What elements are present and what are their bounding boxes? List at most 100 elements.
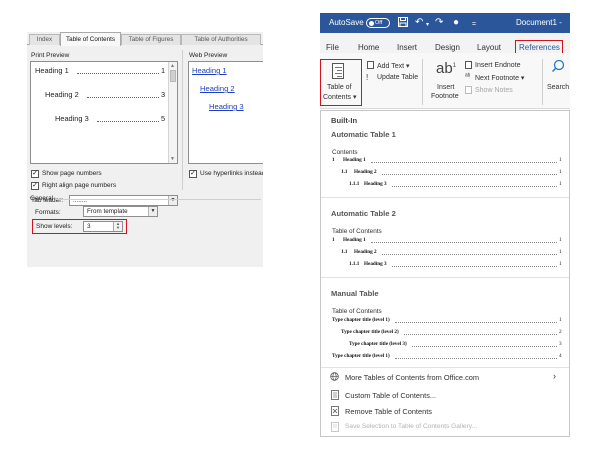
chevron-down-icon[interactable]: ▾	[426, 20, 429, 31]
more-tables-from-office-item[interactable]: More Tables of Contents from Office.com	[345, 373, 479, 382]
tab-table-of-authorities[interactable]: Table of Authorities	[181, 34, 261, 45]
scroll-down-icon[interactable]: ▼	[170, 156, 175, 162]
preview-leader-2	[87, 97, 159, 98]
update-table-button[interactable]: Update Table	[377, 74, 418, 81]
leader-dots	[392, 186, 557, 187]
auto1-row3-text: Heading 3	[364, 181, 387, 187]
tab-home[interactable]: Home	[358, 43, 379, 52]
preview-page-2: 3	[161, 90, 166, 99]
scroll-up-icon[interactable]: ▲	[170, 63, 175, 69]
preview-page-3: 5	[161, 114, 166, 123]
print-preview-scrollbar[interactable]: ▲ ▼	[168, 62, 177, 163]
preview-divider	[182, 50, 183, 190]
auto2-row3-num: 1.1.1	[349, 261, 360, 267]
word-window: AutoSave Off ↶ ▾ ↷ ● = Document1 - File …	[320, 13, 570, 453]
formats-label: Formats:	[35, 209, 61, 216]
record-icon[interactable]: ●	[453, 17, 459, 28]
web-preview-heading-3: Heading 3	[209, 102, 244, 111]
manual-row4-page: 4	[559, 353, 562, 359]
right-align-label: Right align page numbers	[42, 182, 117, 189]
show-page-numbers-checkbox[interactable]: ✓	[31, 170, 39, 178]
show-levels-input[interactable]: 3 ▲ ▼	[83, 221, 123, 232]
next-footnote-button[interactable]: Next Footnote ▾	[475, 74, 524, 82]
add-text-icon	[367, 61, 374, 69]
add-text-button[interactable]: Add Text ▾	[377, 62, 410, 70]
leader-dots	[371, 162, 557, 163]
manual-row3-text: Type chapter title (level 3)	[349, 341, 407, 347]
gallery-separator	[321, 367, 569, 368]
save-icon[interactable]	[398, 17, 408, 30]
search-icon	[551, 59, 565, 75]
undo-icon[interactable]: ↶	[415, 17, 423, 28]
tab-table-of-figures[interactable]: Table of Figures	[121, 34, 181, 45]
save-selection-icon	[330, 422, 339, 432]
tab-file[interactable]: File	[326, 43, 339, 52]
manual-row2-text: Type chapter title (level 2)	[341, 329, 399, 335]
auto2-row3-page: 1	[559, 261, 562, 267]
spinner-arrows-icon[interactable]: ▲ ▼	[113, 222, 122, 231]
print-preview-box: Heading 1 1 Heading 2 3 Heading 3 5 ▲ ▼	[30, 61, 178, 164]
table-of-contents-button[interactable]	[320, 59, 362, 106]
save-selection-item[interactable]: Save Selection to Table of Contents Gall…	[345, 423, 477, 430]
search-button[interactable]: Search	[547, 84, 569, 91]
custom-toc-item[interactable]: Custom Table of Contents...	[345, 391, 436, 400]
tab-design[interactable]: Design	[435, 43, 460, 52]
auto1-row3-page: 1	[559, 181, 562, 187]
scroll-thumb[interactable]	[170, 70, 176, 82]
manual-row1-text: Type chapter title (level 1)	[332, 317, 390, 323]
auto2-row2-text: Heading 2	[354, 249, 377, 255]
update-table-icon: !	[366, 73, 369, 82]
autosave-label: AutoSave	[329, 18, 364, 27]
auto2-row2-page: 1	[559, 249, 562, 255]
auto1-row1-text: Heading 1	[343, 157, 366, 163]
next-footnote-icon: ᵃᵇ	[465, 73, 471, 80]
show-page-numbers-label: Show page numbers	[42, 170, 102, 177]
insert-endnote-button[interactable]: Insert Endnote	[475, 62, 521, 69]
auto2-caption: Table of Contents	[332, 228, 382, 235]
manual-row4-text: Type chapter title (level 1)	[332, 353, 390, 359]
print-preview-label: Print Preview	[31, 52, 70, 59]
insert-footnote-label-1[interactable]: Insert	[437, 84, 455, 91]
autosave-state: Off	[375, 20, 383, 26]
toggle-knob	[369, 20, 374, 26]
leader-dots	[404, 334, 557, 335]
tab-insert[interactable]: Insert	[397, 43, 417, 52]
insert-endnote-icon	[465, 61, 472, 69]
leader-dots	[395, 358, 557, 359]
preview-page-1: 1	[161, 66, 166, 75]
remove-toc-item[interactable]: Remove Table of Contents	[345, 407, 432, 416]
more-icon[interactable]: =	[472, 19, 476, 30]
leader-dots	[392, 266, 557, 267]
web-preview-box: Heading 1 Heading 2 Heading 3	[188, 61, 263, 164]
show-levels-label: Show levels:	[36, 223, 73, 230]
web-preview-label: Web Preview	[189, 52, 228, 59]
show-notes-button[interactable]: Show Notes	[475, 87, 513, 94]
globe-icon	[330, 372, 339, 382]
ribbon-divider	[542, 59, 543, 105]
auto1-caption: Contents	[332, 149, 358, 156]
leader-dots	[395, 322, 557, 323]
autosave-toggle[interactable]: Off	[366, 18, 390, 28]
document-name: Document1 -	[516, 18, 562, 27]
show-levels-value: 3	[87, 223, 91, 230]
ribbon-divider	[422, 59, 423, 105]
auto2-row1-text: Heading 1	[343, 237, 366, 243]
ribbon: Table of Contents ▾ Add Text ▾ ! Update …	[320, 53, 570, 109]
tab-index[interactable]: Index	[29, 34, 60, 45]
manual-row3-page: 3	[559, 341, 562, 347]
insert-footnote-label-2[interactable]: Footnote	[431, 93, 459, 100]
use-hyperlinks-checkbox[interactable]: ✓	[189, 170, 197, 178]
formats-select[interactable]: From template ▼	[83, 206, 158, 217]
tab-table-of-contents[interactable]: Table of Contents	[60, 32, 121, 46]
leader-dots	[382, 174, 557, 175]
auto2-row3-text: Heading 3	[364, 261, 387, 267]
preview-leader-1	[77, 73, 159, 74]
tab-layout[interactable]: Layout	[477, 43, 501, 52]
leader-dots	[382, 254, 557, 255]
dialog-tabs: Index Table of Contents Table of Figures…	[27, 32, 263, 46]
manual-caption: Table of Contents	[332, 308, 382, 315]
redo-icon[interactable]: ↷	[435, 17, 443, 28]
tab-leader-select[interactable]: ........ ▼	[69, 195, 178, 206]
auto1-row1-page: 1	[559, 157, 562, 163]
right-align-checkbox[interactable]: ✓	[31, 182, 39, 190]
